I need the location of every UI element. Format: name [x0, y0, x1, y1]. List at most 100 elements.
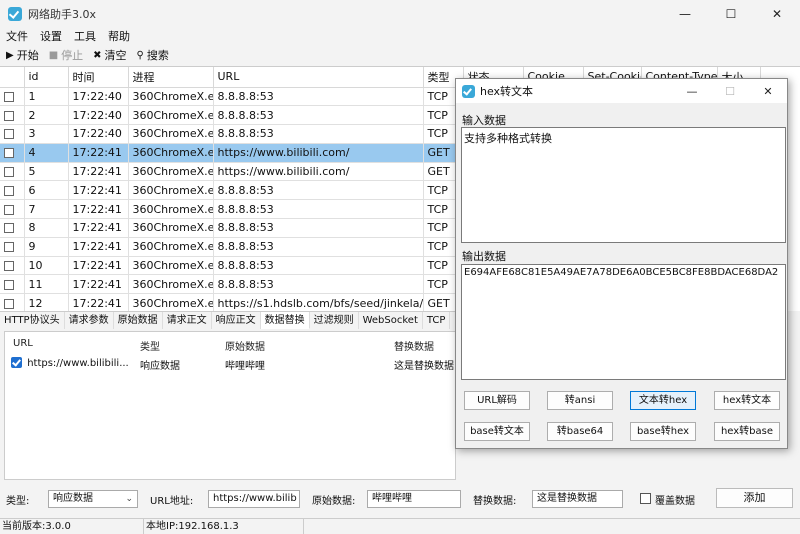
stop-label: 停止 — [61, 49, 84, 62]
row-checkbox — [0, 237, 25, 257]
row-time: 17:22:41 — [68, 162, 129, 182]
maximize-icon[interactable]: ☐ — [708, 0, 754, 27]
chevron-down-icon: ⌄ — [125, 494, 133, 504]
tab-3[interactable]: 请求正文 — [163, 312, 212, 329]
row-time: 17:22:41 — [68, 274, 129, 295]
rule-url: https://www.bilibili... — [27, 357, 129, 369]
dialog-minimize-icon[interactable]: — — [673, 79, 711, 103]
tab-6[interactable]: 过滤规则 — [310, 312, 359, 329]
replace-rule-row[interactable]: https://www.bilibili... — [11, 357, 129, 369]
rule-enabled-checkbox[interactable] — [11, 357, 22, 368]
row-checkbox-box[interactable] — [4, 223, 14, 234]
row-url: https://www.bilibili.com/ — [213, 143, 424, 163]
rule-repl: 这是替换数据 — [394, 361, 454, 372]
output-data-textarea[interactable]: E694AFE68C81E5A49AE7A78DE6A0BCE5BC8FE8BD… — [461, 264, 786, 380]
output-data-label: 输出数据 — [462, 250, 506, 263]
search-button[interactable]: ⚲ 搜索 — [137, 47, 169, 63]
row-time: 17:22:41 — [68, 180, 129, 201]
header-type: 类型 — [140, 342, 160, 353]
tab-1[interactable]: 请求参数 — [65, 312, 114, 329]
url-input[interactable]: https://www.bilib — [208, 490, 300, 508]
to-base64-button[interactable]: 转base64 — [547, 422, 613, 441]
row-url: 8.8.8.8:53 — [213, 218, 424, 238]
row-checkbox-box[interactable] — [4, 167, 14, 178]
row-time: 17:22:40 — [68, 105, 129, 126]
row-checkbox-box[interactable] — [4, 129, 14, 140]
base-to-hex-button[interactable]: base转hex — [630, 422, 696, 441]
row-checkbox — [0, 199, 25, 220]
row-url: 8.8.8.8:53 — [213, 237, 424, 257]
repl-input[interactable]: 这是替换数据 — [532, 490, 623, 508]
col-url[interactable]: URL — [213, 67, 424, 88]
row-process: 360ChromeX.exe — [128, 199, 214, 220]
to-ansi-button[interactable]: 转ansi — [547, 391, 613, 410]
menu-file[interactable]: 文件 — [6, 28, 28, 44]
row-checkbox — [0, 218, 25, 238]
row-checkbox-box[interactable] — [4, 148, 14, 159]
row-checkbox-box[interactable] — [4, 279, 14, 290]
hex-to-base-button[interactable]: hex转base — [714, 422, 780, 441]
row-url: https://s1.hdslb.com/bfs/seed/jinkela/sh… — [213, 293, 424, 311]
row-checkbox-box[interactable] — [4, 298, 14, 309]
minimize-icon[interactable]: — — [662, 0, 708, 27]
text-to-hex-button[interactable]: 文本转hex — [630, 391, 696, 410]
hex-to-text-button[interactable]: hex转文本 — [714, 391, 780, 410]
cover-checkbox[interactable] — [640, 493, 651, 504]
row-id: 12 — [24, 293, 69, 311]
row-id: 5 — [24, 162, 69, 182]
row-url: https://www.bilibili.com/ — [213, 162, 424, 182]
stop-button[interactable]: ■ 停止 — [49, 47, 83, 63]
type-select[interactable]: 响应数据 ⌄ — [48, 490, 138, 508]
tab-5[interactable]: 数据替换 — [260, 312, 310, 329]
start-button[interactable]: ▶ 开始 — [6, 47, 39, 63]
tab-8[interactable]: TCP — [423, 312, 451, 329]
clear-label: 清空 — [104, 49, 127, 62]
header-orig: 原始数据 — [225, 342, 265, 353]
menu-help[interactable]: 帮助 — [108, 28, 130, 44]
row-checkbox-box[interactable] — [4, 242, 14, 253]
clear-button[interactable]: ✖ 清空 — [93, 47, 126, 63]
dialog-close-icon[interactable]: ✕ — [749, 79, 787, 103]
type-label: 类型: — [6, 495, 30, 507]
url-decode-button[interactable]: URL解码 — [464, 391, 530, 410]
row-checkbox-box[interactable] — [4, 261, 14, 272]
row-id: 1 — [24, 87, 69, 107]
rule-editor-bar: 类型: 响应数据 ⌄ URL地址: https://www.bilib 原始数据… — [0, 484, 800, 514]
orig-input[interactable]: 哔哩哔哩 — [367, 490, 461, 508]
col-id[interactable]: id — [24, 67, 69, 88]
row-checkbox — [0, 274, 25, 295]
col-time[interactable]: 时间 — [68, 67, 129, 88]
row-process: 360ChromeX.exe — [128, 256, 214, 276]
row-checkbox-box[interactable] — [4, 91, 14, 102]
row-id: 3 — [24, 124, 69, 144]
row-process: 360ChromeX.exe — [128, 237, 214, 257]
row-checkbox — [0, 124, 25, 144]
window-title: 网络助手3.0x — [28, 7, 97, 21]
menu-settings[interactable]: 设置 — [40, 28, 62, 44]
tab-0[interactable]: HTTP协议头 — [0, 312, 65, 329]
row-checkbox — [0, 162, 25, 182]
menu-tools[interactable]: 工具 — [74, 28, 96, 44]
add-button[interactable]: 添加 — [716, 488, 793, 508]
row-checkbox-box[interactable] — [4, 185, 14, 196]
repl-label: 替换数据: — [473, 495, 517, 507]
stop-icon: ■ — [48, 49, 59, 61]
row-id: 6 — [24, 180, 69, 201]
close-icon[interactable]: ✕ — [754, 0, 800, 27]
tab-4[interactable]: 响应正文 — [212, 312, 261, 329]
row-process: 360ChromeX.exe — [128, 124, 214, 144]
col-process[interactable]: 进程 — [128, 67, 214, 88]
window-controls: — ☐ ✕ — [662, 0, 800, 27]
row-checkbox-box[interactable] — [4, 110, 14, 121]
row-checkbox-box[interactable] — [4, 204, 14, 215]
ip-status: 本地IP:192.168.1.3 — [144, 518, 304, 534]
row-checkbox — [0, 87, 25, 107]
status-bar: 当前版本:3.0.0 本地IP:192.168.1.3 — [0, 518, 800, 534]
tab-7[interactable]: WebSocket — [359, 312, 423, 329]
type-select-value: 响应数据 — [53, 493, 93, 504]
tab-2[interactable]: 原始数据 — [114, 312, 163, 329]
rule-orig: 哔哩哔哩 — [225, 361, 265, 372]
base-to-text-button[interactable]: base转文本 — [464, 422, 530, 441]
menu-bar: 文件 设置 工具 帮助 — [0, 27, 800, 45]
input-data-textarea[interactable]: 支持多种格式转换 — [461, 127, 786, 243]
